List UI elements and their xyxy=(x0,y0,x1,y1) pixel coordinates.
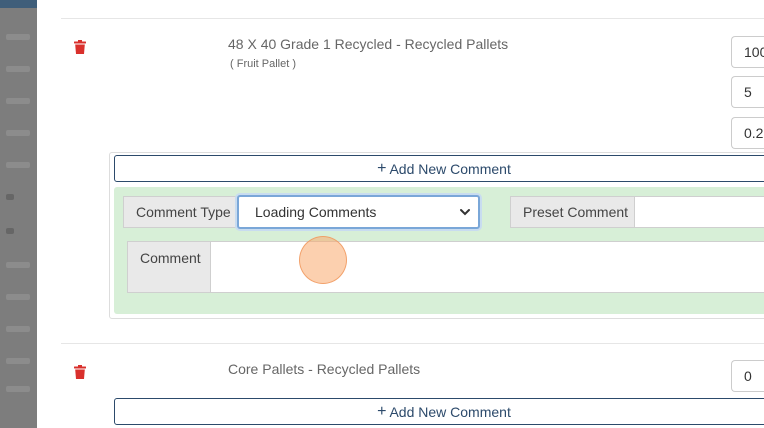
sidebar-ghost-item xyxy=(6,130,30,136)
quantity-input[interactable]: 0 xyxy=(731,360,764,392)
sidebar-ghost-item xyxy=(6,294,30,300)
sidebar-ghost-item xyxy=(6,194,14,200)
click-indicator xyxy=(299,236,347,284)
sidebar-ghost-item xyxy=(6,34,30,40)
sidebar-ghost-item xyxy=(6,98,30,104)
plus-icon: + xyxy=(377,159,387,177)
sidebar-ghost-item xyxy=(6,386,30,392)
comment-textarea[interactable] xyxy=(210,241,764,293)
preset-comment-input[interactable] xyxy=(634,196,764,228)
trash-icon[interactable] xyxy=(74,365,86,379)
sidebar-header-strip xyxy=(0,0,37,8)
units-input[interactable]: 5 xyxy=(731,76,764,108)
trash-icon[interactable] xyxy=(74,40,86,54)
chevron-down-icon xyxy=(460,209,470,216)
order-items-panel: 48 X 40 Grade 1 Recycled - Recycled Pall… xyxy=(37,0,764,428)
product-name: Core Pallets - Recycled Pallets xyxy=(228,361,421,377)
product-subtitle: ( Fruit Pallet ) xyxy=(230,58,297,70)
sidebar-ghost-item xyxy=(6,228,14,234)
sidebar-ghost-item xyxy=(6,358,30,364)
comment-label: Comment xyxy=(127,241,214,293)
add-new-comment-label: Add New Comment xyxy=(389,403,511,420)
comment-type-label: Comment Type xyxy=(123,196,244,228)
plus-icon: + xyxy=(377,402,387,420)
sidebar-backdrop xyxy=(0,0,37,428)
sidebar-ghost-item xyxy=(6,262,30,268)
add-new-comment-button[interactable]: + Add New Comment xyxy=(114,398,764,425)
sidebar-ghost-item xyxy=(6,66,30,72)
sidebar-ghost-item xyxy=(6,162,30,168)
comment-type-select[interactable]: Loading Comments xyxy=(237,195,480,229)
row-divider xyxy=(61,18,764,19)
comment-type-value: Loading Comments xyxy=(255,204,377,220)
sidebar-ghost-item xyxy=(6,326,30,332)
add-new-comment-label: Add New Comment xyxy=(389,160,511,177)
price-input[interactable]: 0.2 xyxy=(731,117,764,149)
preset-comment-label: Preset Comment xyxy=(510,196,642,228)
quantity-input[interactable]: 100 xyxy=(731,36,764,68)
product-name: 48 X 40 Grade 1 Recycled - Recycled Pall… xyxy=(228,36,509,52)
add-new-comment-button[interactable]: + Add New Comment xyxy=(114,155,764,182)
row-divider xyxy=(61,343,764,344)
